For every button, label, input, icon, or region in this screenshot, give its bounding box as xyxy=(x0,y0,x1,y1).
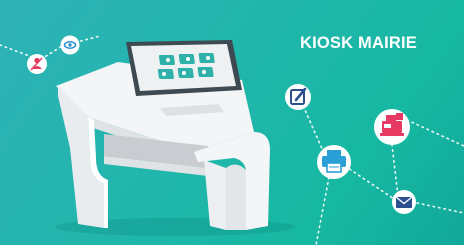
connector-printer-mail xyxy=(344,165,401,204)
kiosk-screen xyxy=(131,44,236,91)
user-icon-badge xyxy=(27,54,47,74)
printer-icon-badge xyxy=(317,145,351,179)
connector-mail-right xyxy=(416,202,464,214)
connector-left xyxy=(0,35,101,61)
eye-icon-badge xyxy=(60,35,80,55)
banner: KIOSK MAIRIE xyxy=(0,0,464,245)
edit-document-icon-badge xyxy=(285,84,311,110)
cash-register-icon-badge xyxy=(374,109,410,145)
headline: KIOSK MAIRIE xyxy=(300,34,417,52)
connector-bottom xyxy=(315,171,331,245)
connector-register-right xyxy=(406,119,464,147)
kiosk xyxy=(55,40,295,236)
mail-icon-badge xyxy=(392,190,416,214)
